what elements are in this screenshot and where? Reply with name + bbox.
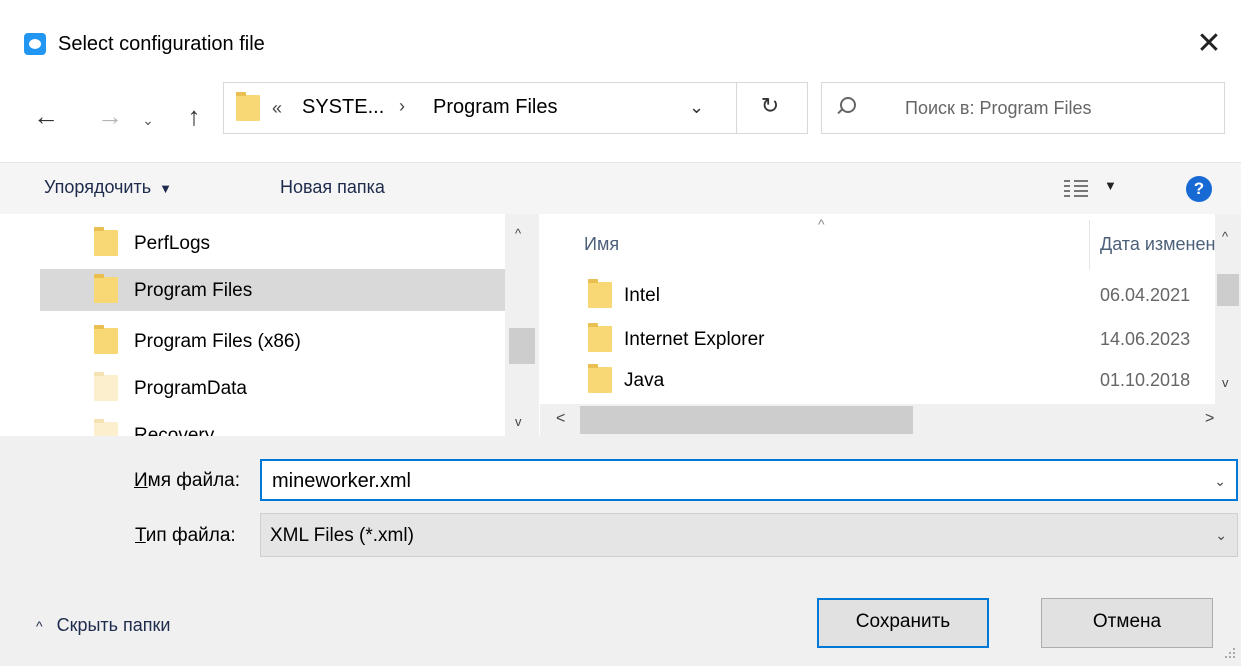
title-bar: Select configuration file ✕ bbox=[0, 0, 1241, 90]
breadcrumb-program-files[interactable]: Program Files bbox=[433, 96, 557, 119]
address-overflow-button[interactable]: « bbox=[272, 98, 282, 119]
help-icon[interactable]: ? bbox=[1186, 176, 1212, 202]
filename-field[interactable]: mineworker.xml ⌄ bbox=[260, 459, 1238, 501]
filename-label-accel: И bbox=[134, 470, 148, 491]
chevron-down-icon: ⌄ bbox=[1215, 527, 1227, 543]
search-input[interactable]: Поиск в: Program Files bbox=[821, 82, 1225, 134]
search-icon bbox=[840, 97, 856, 113]
folder-icon bbox=[588, 364, 612, 393]
back-button[interactable]: ← bbox=[28, 100, 64, 132]
forward-button[interactable]: → bbox=[92, 100, 128, 132]
filetype-label-accel: Т bbox=[135, 525, 146, 546]
filename-label-text: мя файла: bbox=[147, 470, 241, 491]
folder-icon bbox=[94, 419, 118, 436]
caret-down-icon: ▼ bbox=[1104, 178, 1117, 193]
filetype-value: XML Files (*.xml) bbox=[270, 525, 414, 546]
cancel-button[interactable]: Отмена bbox=[1041, 598, 1213, 648]
navigation-pane: PerfLogs Program Files Program Files (x8… bbox=[0, 214, 540, 436]
column-header-date[interactable]: Дата изменения bbox=[1100, 234, 1215, 255]
recent-locations-chevron-icon[interactable]: ⌄ bbox=[138, 104, 158, 136]
scroll-down-icon[interactable]: v bbox=[1222, 375, 1229, 390]
nav-item-programdata[interactable]: ProgramData bbox=[40, 367, 505, 409]
save-file-dialog: Select configuration file ✕ ← → ⌄ ↑ « SY… bbox=[0, 0, 1241, 666]
dialog-title: Select configuration file bbox=[58, 33, 265, 55]
breadcrumb-system[interactable]: SYSTE... bbox=[302, 96, 384, 119]
change-view-button[interactable]: ▼ bbox=[1064, 178, 1124, 200]
file-date: 06.04.2021 bbox=[1100, 285, 1191, 305]
file-date: 14.06.2023 bbox=[1100, 329, 1191, 349]
organize-label: Упорядочить bbox=[44, 177, 152, 197]
column-header-name[interactable]: Имя bbox=[584, 234, 619, 255]
file-list: ^ Имя Дата изменения Intel 06.04.2021 In… bbox=[540, 214, 1241, 436]
chevron-up-icon: ^ bbox=[36, 618, 43, 634]
scroll-up-icon[interactable]: ^ bbox=[515, 226, 521, 241]
file-date: 01.10.2018 bbox=[1100, 370, 1191, 390]
scroll-thumb[interactable] bbox=[1217, 274, 1239, 306]
nav-item-program-files[interactable]: Program Files bbox=[40, 269, 505, 311]
scroll-thumb[interactable] bbox=[580, 406, 913, 434]
scroll-down-icon[interactable]: v bbox=[515, 414, 522, 429]
folder-icon bbox=[94, 227, 118, 256]
nav-pane-scrollbar[interactable]: ^ v bbox=[505, 214, 539, 436]
command-toolbar: Упорядочить ▼ Новая папка ▼ ? bbox=[0, 162, 1241, 214]
scroll-up-icon[interactable]: ^ bbox=[1222, 229, 1228, 244]
search-placeholder: Поиск в: Program Files bbox=[905, 98, 1092, 118]
navigation-bar: ← → ⌄ ↑ « SYSTE... › Program Files ⌄ ↻ П… bbox=[0, 80, 1241, 162]
organize-menu-button[interactable]: Упорядочить ▼ bbox=[44, 177, 172, 198]
hide-folders-label: Скрыть папки bbox=[56, 615, 171, 635]
filetype-label-text: ип файла: bbox=[145, 525, 236, 546]
refresh-icon[interactable]: ↻ bbox=[750, 93, 790, 119]
nav-item-label: Recovery bbox=[134, 425, 215, 436]
folder-icon bbox=[94, 372, 118, 401]
filetype-label: Тип файла: bbox=[135, 525, 236, 547]
folder-icon bbox=[588, 279, 612, 308]
new-folder-button[interactable]: Новая папка bbox=[280, 177, 385, 198]
nav-item-label: ProgramData bbox=[134, 378, 247, 399]
filename-value[interactable]: mineworker.xml bbox=[272, 470, 411, 493]
nav-item-program-files-x86[interactable]: Program Files (x86) bbox=[40, 320, 505, 362]
breadcrumb-separator-icon[interactable]: › bbox=[399, 96, 405, 117]
file-row[interactable]: Java 01.10.2018 bbox=[540, 359, 1215, 401]
column-divider[interactable] bbox=[1089, 220, 1090, 270]
chevron-down-icon[interactable]: ⌄ bbox=[1214, 473, 1226, 490]
resize-grip-icon[interactable] bbox=[1223, 648, 1237, 662]
nav-item-label: Program Files (x86) bbox=[134, 331, 301, 352]
sort-ascending-icon: ^ bbox=[818, 216, 825, 232]
nav-item-recovery[interactable]: Recovery bbox=[40, 414, 505, 436]
filename-label: Имя файла: bbox=[134, 470, 240, 492]
address-divider bbox=[736, 83, 737, 133]
address-bar[interactable]: « SYSTE... › Program Files ⌄ ↻ bbox=[223, 82, 808, 134]
save-button[interactable]: Сохранить bbox=[817, 598, 989, 648]
file-list-vertical-scrollbar[interactable]: ^ v bbox=[1215, 214, 1241, 404]
folder-icon bbox=[588, 323, 612, 352]
file-name: Intel bbox=[624, 285, 660, 306]
close-button[interactable]: ✕ bbox=[1187, 22, 1231, 66]
app-icon bbox=[24, 33, 46, 55]
scroll-thumb[interactable] bbox=[509, 328, 535, 364]
file-name: Java bbox=[624, 370, 665, 391]
browser-panels: PerfLogs Program Files Program Files (x8… bbox=[0, 214, 1241, 436]
file-row[interactable]: Intel 06.04.2021 bbox=[540, 274, 1215, 316]
file-list-horizontal-scrollbar[interactable]: < > bbox=[540, 404, 1241, 436]
column-header-row: ^ Имя Дата изменения bbox=[540, 214, 1215, 274]
folder-icon bbox=[94, 325, 118, 354]
nav-item-label: Program Files bbox=[134, 280, 253, 301]
details-view-icon bbox=[1064, 180, 1088, 198]
nav-item-perflogs[interactable]: PerfLogs bbox=[40, 222, 505, 264]
address-history-dropdown[interactable]: ⌄ bbox=[689, 97, 704, 118]
filetype-select[interactable]: XML Files (*.xml) ⌄ bbox=[260, 513, 1238, 557]
folder-icon bbox=[236, 92, 260, 121]
up-level-button[interactable]: ↑ bbox=[176, 100, 212, 132]
caret-down-icon: ▼ bbox=[159, 181, 172, 196]
file-row[interactable]: Internet Explorer 14.06.2023 bbox=[540, 318, 1215, 360]
hide-folders-button[interactable]: ^ Скрыть папки bbox=[36, 615, 170, 636]
nav-item-label: PerfLogs bbox=[134, 233, 211, 254]
folder-icon bbox=[94, 274, 118, 303]
scroll-right-icon[interactable]: > bbox=[1205, 410, 1214, 428]
file-name: Internet Explorer bbox=[624, 329, 765, 350]
scroll-left-icon[interactable]: < bbox=[556, 410, 565, 428]
